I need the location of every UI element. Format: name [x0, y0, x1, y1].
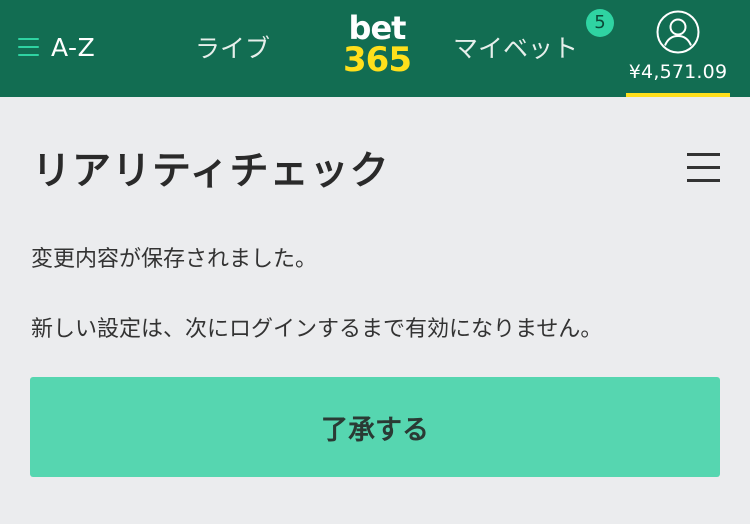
my-bets-count-badge: 5 [586, 9, 614, 37]
active-indicator [626, 93, 730, 97]
user-avatar-icon [656, 10, 700, 54]
nav-live[interactable]: ライブ [195, 29, 270, 65]
account-balance: ¥4,571.09 [628, 61, 728, 83]
saved-message: 変更内容が保存されました。 [31, 247, 318, 272]
top-navigation-bar: A-Z ライブ bet 365 マイベット 5 ¥4,571.09 [0, 0, 750, 97]
bet365-logo[interactable]: bet 365 [340, 12, 414, 82]
next-login-message: 新しい設定は、次にログインするまで有効になりません。 [31, 317, 603, 342]
logo-text-365: 365 [343, 40, 412, 80]
az-label: A-Z [51, 32, 96, 62]
page-title: リアリティチェック [32, 149, 390, 194]
accept-button[interactable]: 了承する [30, 377, 720, 477]
menu-icon [18, 38, 39, 56]
hamburger-menu-icon[interactable] [687, 153, 720, 182]
az-menu-button[interactable]: A-Z [18, 30, 95, 64]
nav-my-bets[interactable]: マイベット [453, 29, 578, 65]
account-button[interactable]: ¥4,571.09 [626, 0, 730, 97]
